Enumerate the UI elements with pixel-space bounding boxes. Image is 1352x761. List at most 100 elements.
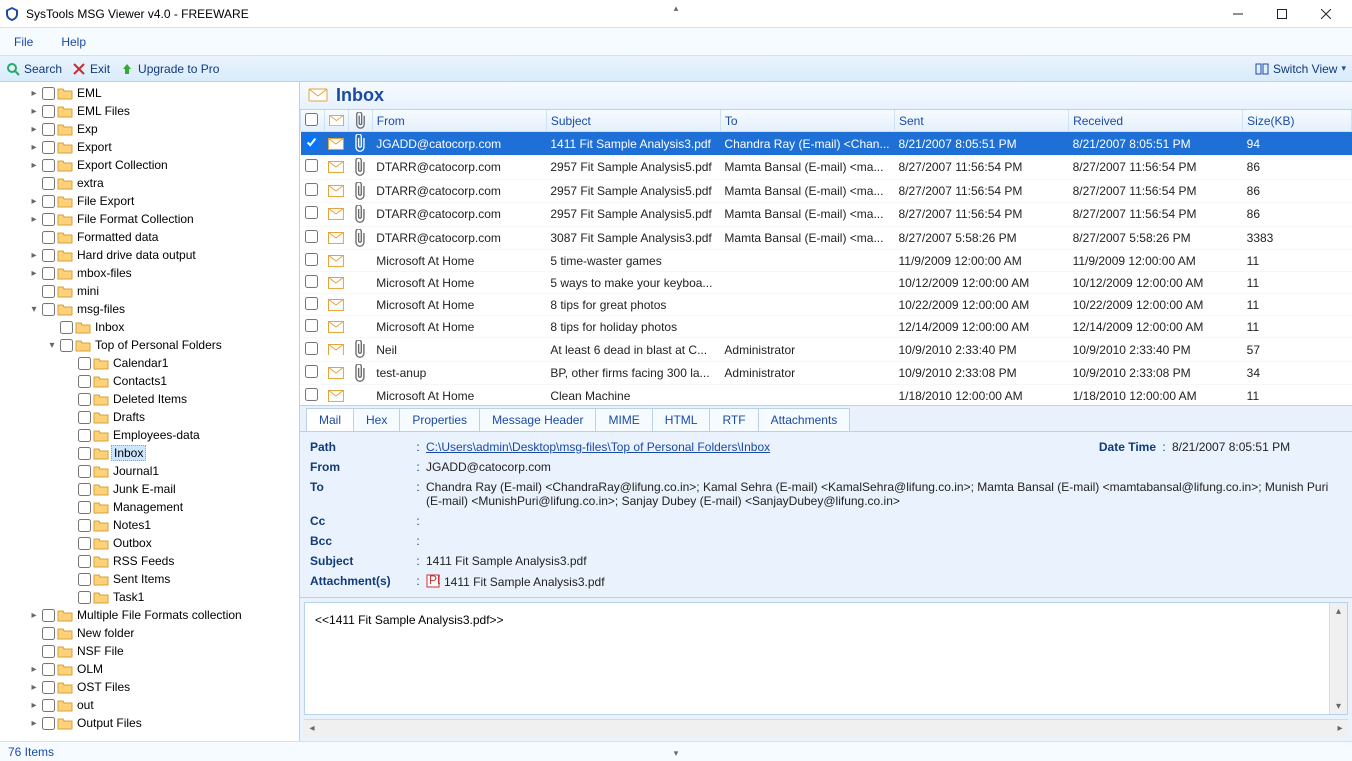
tree-checkbox[interactable] (78, 447, 91, 460)
expander-icon[interactable]: ▸ (28, 267, 40, 279)
tree-item[interactable]: ▸Multiple File Formats collection (0, 606, 299, 624)
tree-checkbox[interactable] (78, 537, 91, 550)
tree-label[interactable]: Journal1 (111, 464, 161, 478)
expander-icon[interactable]: ▸ (28, 699, 40, 711)
col-size[interactable]: Size(KB) (1243, 110, 1352, 132)
message-row[interactable]: Microsoft At Home8 tips for great photos… (301, 294, 1352, 316)
tree-item[interactable]: ▸File Format Collection (0, 210, 299, 228)
expander-icon[interactable]: ▸ (28, 105, 40, 117)
col-attachment[interactable] (348, 110, 372, 132)
col-envelope[interactable] (324, 110, 348, 132)
tree-checkbox[interactable] (78, 393, 91, 406)
tree-item[interactable]: RSS Feeds (0, 552, 299, 570)
tree-checkbox[interactable] (78, 357, 91, 370)
tree-checkbox[interactable] (42, 303, 55, 316)
tree-label[interactable]: Notes1 (111, 518, 153, 532)
tree-item[interactable]: Inbox (0, 318, 299, 336)
tree-checkbox[interactable] (42, 681, 55, 694)
tree-item[interactable]: Task1 (0, 588, 299, 606)
tree-checkbox[interactable] (42, 663, 55, 676)
tree-checkbox[interactable] (78, 483, 91, 496)
col-received[interactable]: Received (1069, 110, 1243, 132)
expander-icon[interactable]: ▸ (28, 123, 40, 135)
tree-item[interactable]: ▸mbox-files (0, 264, 299, 282)
tree-item[interactable]: extra (0, 174, 299, 192)
tree-checkbox[interactable] (42, 609, 55, 622)
tree-label[interactable]: Exp (75, 122, 100, 136)
tree-item[interactable]: Formatted data (0, 228, 299, 246)
tab-html[interactable]: HTML (652, 408, 711, 431)
expander-icon[interactable]: ▸ (28, 87, 40, 99)
message-row[interactable]: Microsoft At HomeClean Machine1/18/2010 … (301, 385, 1352, 405)
expander-icon[interactable]: ▸ (28, 717, 40, 729)
tree-item[interactable]: Inbox (0, 444, 299, 462)
tree-checkbox[interactable] (42, 645, 55, 658)
tree-checkbox[interactable] (42, 177, 55, 190)
tree-label[interactable]: OLM (75, 662, 105, 676)
tree-label[interactable]: EML (75, 86, 104, 100)
tree-checkbox[interactable] (42, 627, 55, 640)
tree-checkbox[interactable] (78, 411, 91, 424)
col-sent[interactable]: Sent (895, 110, 1069, 132)
message-row[interactable]: test-anupBP, other firms facing 300 la..… (301, 361, 1352, 385)
tree-item[interactable]: ▸OLM (0, 660, 299, 678)
tree-label[interactable]: extra (75, 176, 106, 190)
tree-item[interactable]: mini (0, 282, 299, 300)
tree-item[interactable]: ▸ Output Files (0, 714, 299, 732)
tree-checkbox[interactable] (42, 87, 55, 100)
tree-item[interactable]: ▸Export (0, 138, 299, 156)
menu-file[interactable]: File (8, 32, 39, 52)
tree-checkbox[interactable] (42, 123, 55, 136)
menu-help[interactable]: Help (55, 32, 92, 52)
expander-icon[interactable]: ▸ (28, 159, 40, 171)
tree-item[interactable]: ▾msg-files (0, 300, 299, 318)
tree-label[interactable]: Output Files (75, 716, 144, 730)
tree-item[interactable]: ▸EML Files (0, 102, 299, 120)
tree-label[interactable]: Junk E-mail (111, 482, 178, 496)
tree-item[interactable]: Management (0, 498, 299, 516)
tree-checkbox[interactable] (42, 213, 55, 226)
tree-checkbox[interactable] (78, 429, 91, 442)
tab-attachments[interactable]: Attachments (758, 408, 851, 431)
attachment-name[interactable]: 1411 Fit Sample Analysis3.pdf (444, 575, 605, 589)
switch-view-button[interactable]: Switch View ▾ (1255, 62, 1346, 76)
tab-mail[interactable]: Mail (306, 408, 354, 431)
tab-message-header[interactable]: Message Header (479, 408, 596, 431)
tree-label[interactable]: File Export (75, 194, 136, 208)
expander-icon[interactable]: ▸ (28, 249, 40, 261)
row-checkbox[interactable] (305, 230, 318, 243)
tree-label[interactable]: mini (75, 284, 101, 298)
tree-item[interactable]: Employees-data (0, 426, 299, 444)
tree-label[interactable]: Export (75, 140, 114, 154)
tree-item[interactable]: Drafts (0, 408, 299, 426)
tree-item[interactable]: ▸ EML (0, 84, 299, 102)
message-row[interactable]: NeilAt least 6 dead in blast at C...Admi… (301, 338, 1352, 362)
row-checkbox[interactable] (305, 319, 318, 332)
tree-item[interactable]: Deleted Items (0, 390, 299, 408)
tree-label[interactable]: Multiple File Formats collection (75, 608, 244, 622)
row-checkbox[interactable] (305, 365, 318, 378)
tree-label[interactable]: Hard drive data output (75, 248, 198, 262)
tree-label[interactable]: Inbox (111, 445, 146, 461)
col-from[interactable]: From (372, 110, 546, 132)
tree-label[interactable]: Deleted Items (111, 392, 189, 406)
tree-label[interactable]: OST Files (75, 680, 132, 694)
tree-label[interactable]: Sent Items (111, 572, 172, 586)
tree-item[interactable]: ▸out (0, 696, 299, 714)
tree-label[interactable]: New folder (75, 626, 136, 640)
tree-label[interactable]: Contacts1 (111, 374, 169, 388)
tree-checkbox[interactable] (78, 501, 91, 514)
tab-properties[interactable]: Properties (399, 408, 480, 431)
tree-label[interactable]: Top of Personal Folders (93, 338, 224, 352)
tree-checkbox[interactable] (42, 105, 55, 118)
message-row[interactable]: DTARR@catocorp.com2957 Fit Sample Analys… (301, 179, 1352, 203)
tree-checkbox[interactable] (78, 591, 91, 604)
tab-mime[interactable]: MIME (595, 408, 652, 431)
row-checkbox[interactable] (305, 342, 318, 355)
tree-checkbox[interactable] (42, 195, 55, 208)
tree-item[interactable]: Calendar1 (0, 354, 299, 372)
body-scrollbar[interactable]: ▴▾ (1329, 603, 1347, 714)
tree-item[interactable]: Outbox (0, 534, 299, 552)
tree-label[interactable]: Employees-data (111, 428, 202, 442)
tree-checkbox[interactable] (60, 321, 73, 334)
